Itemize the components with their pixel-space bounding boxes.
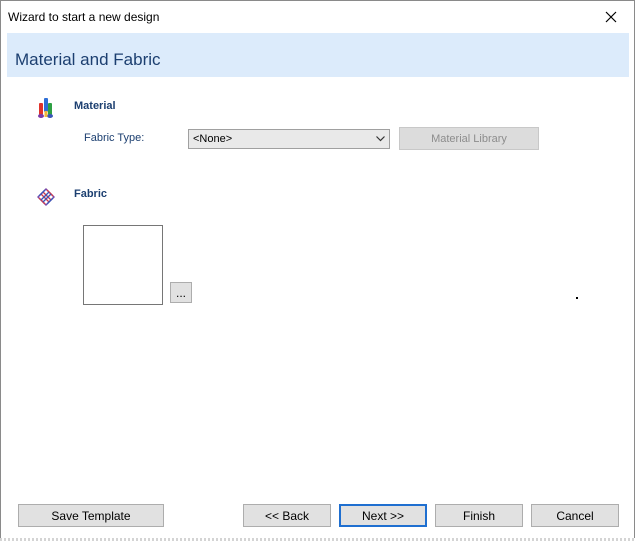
fabric-type-value: <None> — [193, 133, 233, 145]
material-section-label: Material — [74, 100, 116, 112]
finish-button[interactable]: Finish — [435, 504, 523, 527]
wizard-window: Wizard to start a new design Material an… — [0, 0, 635, 539]
material-spools-icon — [38, 98, 53, 118]
chevron-down-icon — [376, 136, 385, 142]
fabric-type-label: Fabric Type: — [84, 132, 145, 144]
material-library-button[interactable]: Material Library — [399, 127, 539, 150]
fabric-weave-icon — [37, 188, 55, 206]
page-header: Material and Fabric — [7, 33, 629, 77]
cancel-button[interactable]: Cancel — [531, 504, 619, 527]
fabric-browse-button[interactable]: ... — [170, 282, 192, 303]
fabric-section-label: Fabric — [74, 188, 108, 200]
save-template-button[interactable]: Save Template — [18, 504, 164, 527]
page-title: Material and Fabric — [15, 50, 161, 69]
fabric-type-select[interactable]: <None> — [188, 129, 390, 149]
close-icon — [605, 11, 617, 22]
title-bar: Wizard to start a new design — [1, 1, 634, 32]
stray-dot — [576, 297, 578, 299]
fabric-preview — [83, 225, 163, 305]
next-button[interactable]: Next >> — [339, 504, 427, 527]
window-title: Wizard to start a new design — [8, 10, 160, 24]
close-button[interactable] — [588, 1, 634, 32]
back-button[interactable]: << Back — [243, 504, 331, 527]
